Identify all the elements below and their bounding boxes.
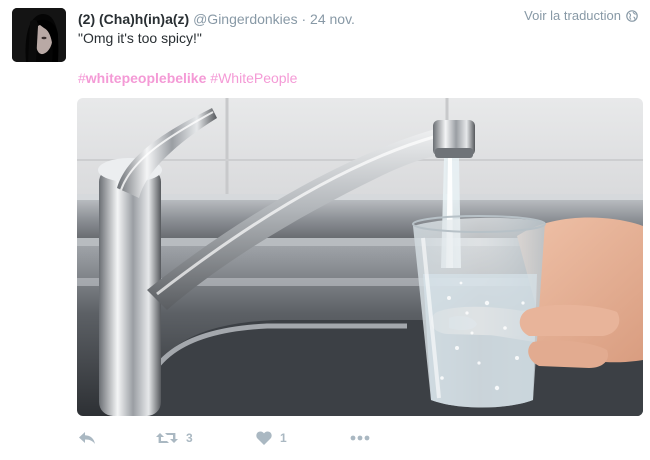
- tweet-photo[interactable]: [77, 98, 643, 416]
- translate-label: Voir la traduction: [524, 8, 621, 23]
- more-dots-icon: [350, 435, 370, 441]
- hashtag-text: WhitePeople: [218, 70, 298, 86]
- tweet-text: "Omg it's too spicy!": [78, 30, 202, 46]
- hashtag-whitepeoplebelike[interactable]: #whitepeoplebelike: [78, 70, 206, 86]
- hashtag-text: whitepeoplebelike: [85, 70, 207, 86]
- display-name[interactable]: (2) (Cha)h(in)a(z): [78, 11, 189, 27]
- more-button[interactable]: [350, 435, 370, 441]
- hashtag-line: #whitepeoplebelike #WhitePeople: [78, 69, 297, 87]
- translate-link[interactable]: Voir la traduction: [524, 8, 638, 23]
- like-button[interactable]: 1: [256, 431, 350, 445]
- hash-symbol: #: [78, 70, 86, 86]
- globe-icon: [626, 9, 638, 22]
- avatar[interactable]: [12, 8, 66, 62]
- retweet-count: 3: [186, 431, 193, 445]
- retweet-icon: [156, 431, 178, 445]
- user-handle[interactable]: @Gingerdonkies: [193, 11, 298, 27]
- separator: ·: [301, 11, 307, 27]
- tweet: (2) (Cha)h(in)a(z) @Gingerdonkies · 24 n…: [0, 0, 650, 460]
- like-count: 1: [280, 431, 287, 445]
- tweet-date[interactable]: 24 nov.: [310, 11, 355, 27]
- reply-button[interactable]: [78, 431, 156, 445]
- heart-icon: [256, 431, 272, 445]
- reply-icon: [78, 431, 96, 445]
- tweet-actions: 3 1: [78, 428, 370, 448]
- tweet-header: (2) (Cha)h(in)a(z) @Gingerdonkies · 24 n…: [78, 10, 355, 28]
- hashtag-whitepeople[interactable]: #WhitePeople: [210, 70, 297, 86]
- hash-symbol: #: [210, 70, 219, 86]
- retweet-button[interactable]: 3: [156, 431, 256, 445]
